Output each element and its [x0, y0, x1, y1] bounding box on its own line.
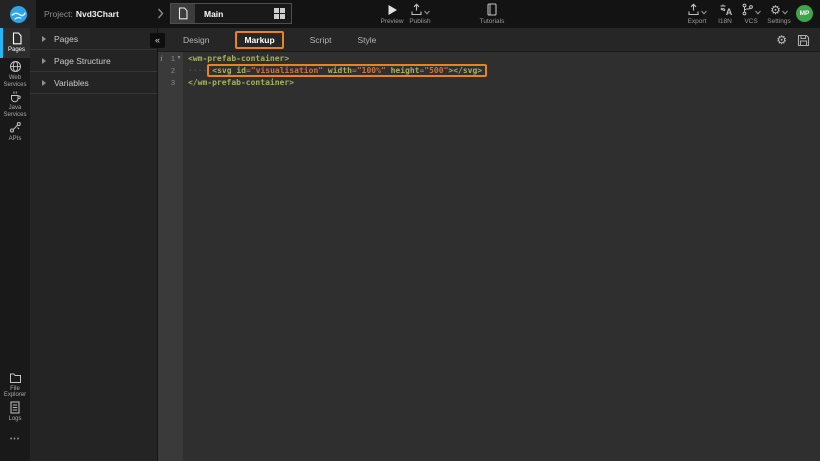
panel-section-label: Pages [54, 34, 78, 44]
grid-view-icon[interactable] [274, 8, 285, 19]
sidebar-item-java-services[interactable]: Java Services [0, 90, 30, 118]
translate-icon: A [719, 3, 732, 16]
whitespace-dots: ···· [188, 66, 207, 75]
expand-triangle-icon [42, 36, 46, 42]
page-icon [171, 4, 195, 23]
sidebar-more-button[interactable]: ••• [0, 436, 30, 443]
token-tag: </wm-prefab-container> [188, 78, 294, 87]
breadcrumb-chevron-icon [157, 8, 164, 19]
line-number: 3 [165, 78, 175, 87]
sidebar-item-apis[interactable]: APIs [0, 120, 30, 144]
code-text[interactable]: ····<svg id="visualisation" width="100%"… [188, 63, 487, 78]
panel-section-page-structure[interactable]: Page Structure [30, 50, 157, 72]
tab-markup[interactable]: Markup [235, 31, 283, 49]
user-avatar[interactable]: MP [796, 5, 813, 22]
publish-upload-icon [410, 3, 423, 16]
sidebar-item-label: Web Services [0, 75, 30, 88]
gutter-info-icon: i [158, 54, 165, 63]
tab-script[interactable]: Script [310, 35, 332, 45]
editor-area: Design Markup Script Style ⚙ i1▼ <wm-pref… [158, 28, 820, 461]
token-attr: height [391, 66, 420, 75]
book-icon [486, 3, 498, 16]
sidebar-item-logs[interactable]: Logs [0, 400, 30, 424]
pages-icon [11, 32, 23, 45]
publish-button[interactable]: Publish [400, 3, 440, 25]
settings-label: Settings [767, 18, 791, 25]
play-icon [387, 3, 398, 16]
markup-code-editor[interactable]: i1▼ <wm-prefab-container> 2 ····<svg id="vi… [158, 52, 820, 87]
line-gutter: i1▼ [158, 54, 183, 63]
panel-section-variables[interactable]: Variables [30, 72, 157, 94]
open-page-tab[interactable]: Main [170, 3, 292, 24]
chevron-down-icon [424, 10, 430, 15]
line-gutter: 2 [158, 66, 183, 75]
editor-tabbar: Design Markup Script Style ⚙ [158, 28, 820, 52]
vcs-label: VCS [744, 18, 757, 25]
project-title: Project: Nvd3Chart [44, 0, 119, 28]
pages-panel: Pages Page Structure Variables [30, 28, 158, 461]
settings-button[interactable]: ⚙ Settings [759, 3, 799, 25]
export-upload-icon [687, 3, 700, 16]
i18n-label: I18N [718, 18, 732, 25]
sidebar-item-file-explorer[interactable]: File Explorer [0, 371, 30, 399]
code-text[interactable]: </wm-prefab-container> [188, 78, 294, 87]
globe-icon [9, 60, 22, 73]
sidebar-item-pages[interactable]: Pages [0, 28, 30, 58]
fold-caret-icon[interactable]: ▼ [175, 54, 183, 63]
tutorials-button[interactable]: Tutorials [472, 3, 512, 25]
sidebar-item-web-services[interactable]: Web Services [0, 60, 30, 88]
sidebar-item-label: Java Services [0, 105, 30, 118]
tab-design[interactable]: Design [183, 35, 209, 45]
topbar: Project: Nvd3Chart Main Preview [0, 0, 820, 28]
token-attr: id [236, 66, 246, 75]
export-label: Export [688, 18, 707, 25]
tutorials-label: Tutorials [480, 18, 505, 25]
token-str: "100%" [357, 66, 386, 75]
api-connector-icon [9, 121, 22, 134]
branch-icon [741, 3, 754, 16]
gear-icon: ⚙ [770, 4, 781, 16]
logs-document-icon [9, 401, 21, 414]
token-attr: width [328, 66, 352, 75]
chevron-down-icon [782, 10, 788, 15]
line-number: 2 [165, 66, 175, 75]
page-tab-label: Main [195, 9, 274, 19]
panel-section-label: Variables [54, 78, 89, 88]
code-lines: i1▼ <wm-prefab-container> 2 ····<svg id="vi… [158, 54, 820, 87]
token-tag: ></svg> [448, 66, 482, 75]
token-str: "500" [424, 66, 448, 75]
token-tag: <svg [212, 66, 231, 75]
wavemaker-logo-icon [9, 5, 28, 24]
coffee-cup-icon [9, 90, 22, 103]
project-label: Project: [44, 9, 73, 19]
panel-section-label: Page Structure [54, 56, 111, 66]
code-line[interactable]: i1▼ <wm-prefab-container> [158, 54, 820, 63]
expand-triangle-icon [42, 80, 46, 86]
code-text[interactable]: <wm-prefab-container> [188, 54, 289, 63]
token-tag: <wm-prefab-container> [188, 54, 289, 63]
save-icon[interactable] [797, 34, 810, 47]
editor-settings-gear-icon[interactable]: ⚙ [776, 34, 787, 46]
folder-icon [9, 372, 22, 384]
tab-style[interactable]: Style [357, 35, 376, 45]
sidebar-item-label: APIs [8, 136, 23, 143]
panel-section-pages[interactable]: Pages [30, 28, 157, 50]
line-number: 1 [165, 54, 175, 63]
highlight-annotation-box: <svg id="visualisation" width="100%" hei… [207, 64, 487, 77]
code-line[interactable]: 2 ····<svg id="visualisation" width="100%… [158, 63, 820, 78]
sidebar-item-label: Pages [7, 47, 26, 54]
panel-collapse-button[interactable]: « [150, 33, 165, 48]
token-str: "visualisation" [251, 66, 323, 75]
activity-sidebar: Pages Web Services Java Services [0, 28, 30, 461]
wavemaker-logo[interactable] [0, 0, 36, 28]
sidebar-item-label: File Explorer [0, 386, 30, 399]
line-gutter: 3 [158, 78, 183, 87]
code-line[interactable]: 3 </wm-prefab-container> [158, 78, 820, 87]
expand-triangle-icon [42, 58, 46, 64]
project-name: Nvd3Chart [76, 9, 119, 19]
wavemaker-ide: Project: Nvd3Chart Main Preview [0, 0, 820, 461]
sidebar-item-label: Logs [7, 416, 22, 423]
publish-label: Publish [409, 18, 430, 25]
